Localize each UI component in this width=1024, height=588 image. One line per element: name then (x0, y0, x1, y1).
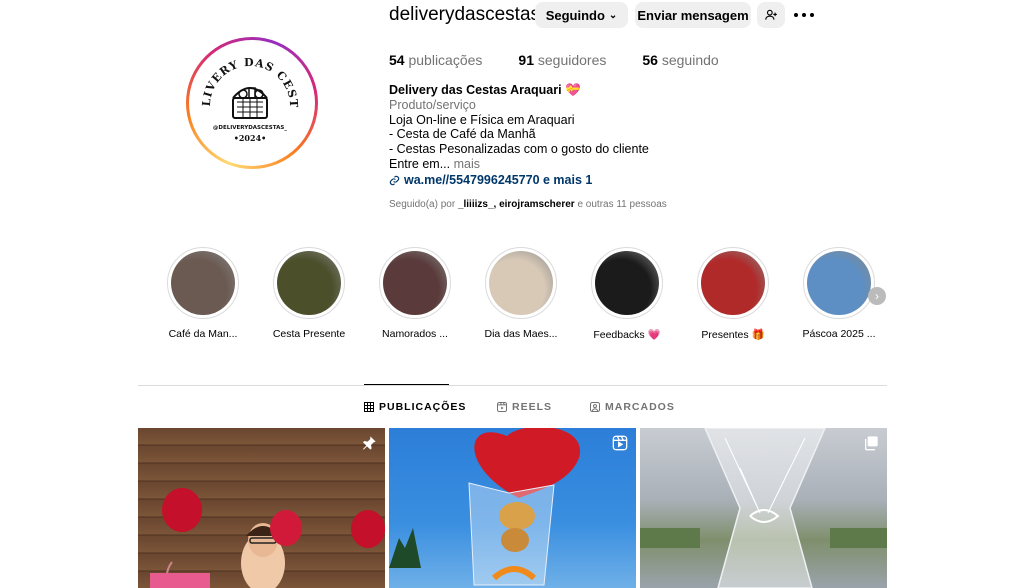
tagged-icon (590, 402, 600, 412)
reels-icon (497, 402, 507, 412)
suggest-people-button[interactable] (757, 2, 785, 28)
following-stat[interactable]: 56 seguindo (642, 52, 718, 68)
highlight-image (489, 251, 553, 315)
highlight-label: Café da Man... (168, 328, 238, 340)
profile-bio: Delivery das Cestas Araquari 💝 Produto/s… (389, 83, 649, 188)
highlight-cover (273, 247, 345, 319)
highlight-image (595, 251, 659, 315)
profile-username: deliverydascestas_ (389, 4, 551, 25)
highlight-cover (591, 247, 663, 319)
story-highlight[interactable]: Presentes 🎁 (688, 247, 778, 341)
story-highlight[interactable]: Namorados ... (370, 247, 460, 340)
more-options-button[interactable] (794, 7, 814, 23)
chevron-down-icon: ⌄ (608, 9, 618, 21)
highlight-cover (485, 247, 557, 319)
chevron-right-icon[interactable]: › (868, 287, 886, 305)
tab-tagged[interactable]: MARCADOS (590, 401, 675, 413)
highlight-image (383, 251, 447, 315)
post-image (640, 428, 887, 588)
ellipsis-icon (794, 13, 798, 17)
highlight-image (701, 251, 765, 315)
followed-by-text[interactable]: Seguido(a) por _liiiizs_, eirojramschere… (389, 199, 667, 210)
highlight-image (171, 251, 235, 315)
grid-icon (364, 402, 374, 412)
highlight-cover (803, 247, 875, 319)
profile-avatar[interactable]: DELIVERY DAS CESTAS @DELIVERYDASCESTAS_ … (186, 37, 318, 169)
bio-line: - Cesta de Café da Manhã (389, 127, 536, 142)
logo-year: •2024• (234, 133, 267, 143)
send-message-button[interactable]: Enviar mensagem (635, 2, 751, 28)
highlight-image (277, 251, 341, 315)
post-image (150, 488, 385, 588)
highlight-label: Dia das Maes... (484, 328, 558, 340)
followers-stat[interactable]: 91 seguidores (518, 52, 606, 68)
person-plus-icon (765, 9, 777, 20)
post-tile[interactable] (138, 428, 385, 588)
story-highlights: Café da Man... Cesta Presente Namorados ..… (167, 247, 887, 347)
heart-gift-icon: 💝 (565, 83, 581, 97)
highlight-cover (167, 247, 239, 319)
story-highlight[interactable]: Cesta Presente (264, 247, 354, 340)
highlight-cover (379, 247, 451, 319)
following-button[interactable]: Seguindo ⌄ (535, 2, 628, 28)
highlight-label: Cesta Presente (272, 328, 346, 340)
posts-stat: 54 publicações (389, 52, 483, 68)
tab-reels[interactable]: REELS (497, 401, 552, 413)
bio-link[interactable]: wa.me//5547996245770 e mais 1 (389, 173, 649, 188)
highlight-cover (697, 247, 769, 319)
tab-posts[interactable]: PUBLICAÇÕES (364, 401, 466, 413)
highlight-image (807, 251, 871, 315)
bio-more-link[interactable]: mais (454, 157, 480, 171)
story-highlight[interactable]: Café da Man... (158, 247, 248, 340)
highlight-label: Namorados ... (382, 328, 448, 340)
profile-category: Produto/serviço (389, 97, 476, 112)
bio-line: - Cestas Pesonalizadas com o gosto do cl… (389, 142, 649, 157)
logo-handle: @DELIVERYDASCESTAS_ (213, 125, 287, 131)
highlight-label: Feedbacks 💗 (593, 329, 661, 341)
profile-stats: 54 publicações 91 seguidores 56 seguindo (389, 52, 719, 68)
post-tile[interactable] (640, 428, 887, 588)
post-image (389, 428, 581, 586)
post-tile[interactable] (389, 428, 636, 588)
active-tab-indicator (364, 384, 449, 385)
highlight-label: Presentes 🎁 (701, 329, 765, 341)
bio-truncated-line: Entre em... mais (389, 156, 481, 171)
link-icon (389, 175, 400, 185)
story-highlight[interactable]: Dia das Maes... (476, 247, 566, 340)
following-label: Seguindo (545, 7, 605, 23)
basket-logo-icon: DELIVERY DAS CESTAS @DELIVERYDASCESTAS_ … (193, 44, 299, 143)
profile-display-name: Delivery das Cestas Araquari 💝 (389, 83, 581, 97)
story-highlight[interactable]: Feedbacks 💗 (582, 247, 672, 341)
tabs-divider (138, 385, 887, 386)
highlight-label: Páscoa 2025 ... (802, 328, 876, 340)
brand-logo: DELIVERY DAS CESTAS @DELIVERYDASCESTAS_ … (193, 44, 311, 162)
bio-line: Loja On-line e Física em Araquari (389, 112, 575, 127)
